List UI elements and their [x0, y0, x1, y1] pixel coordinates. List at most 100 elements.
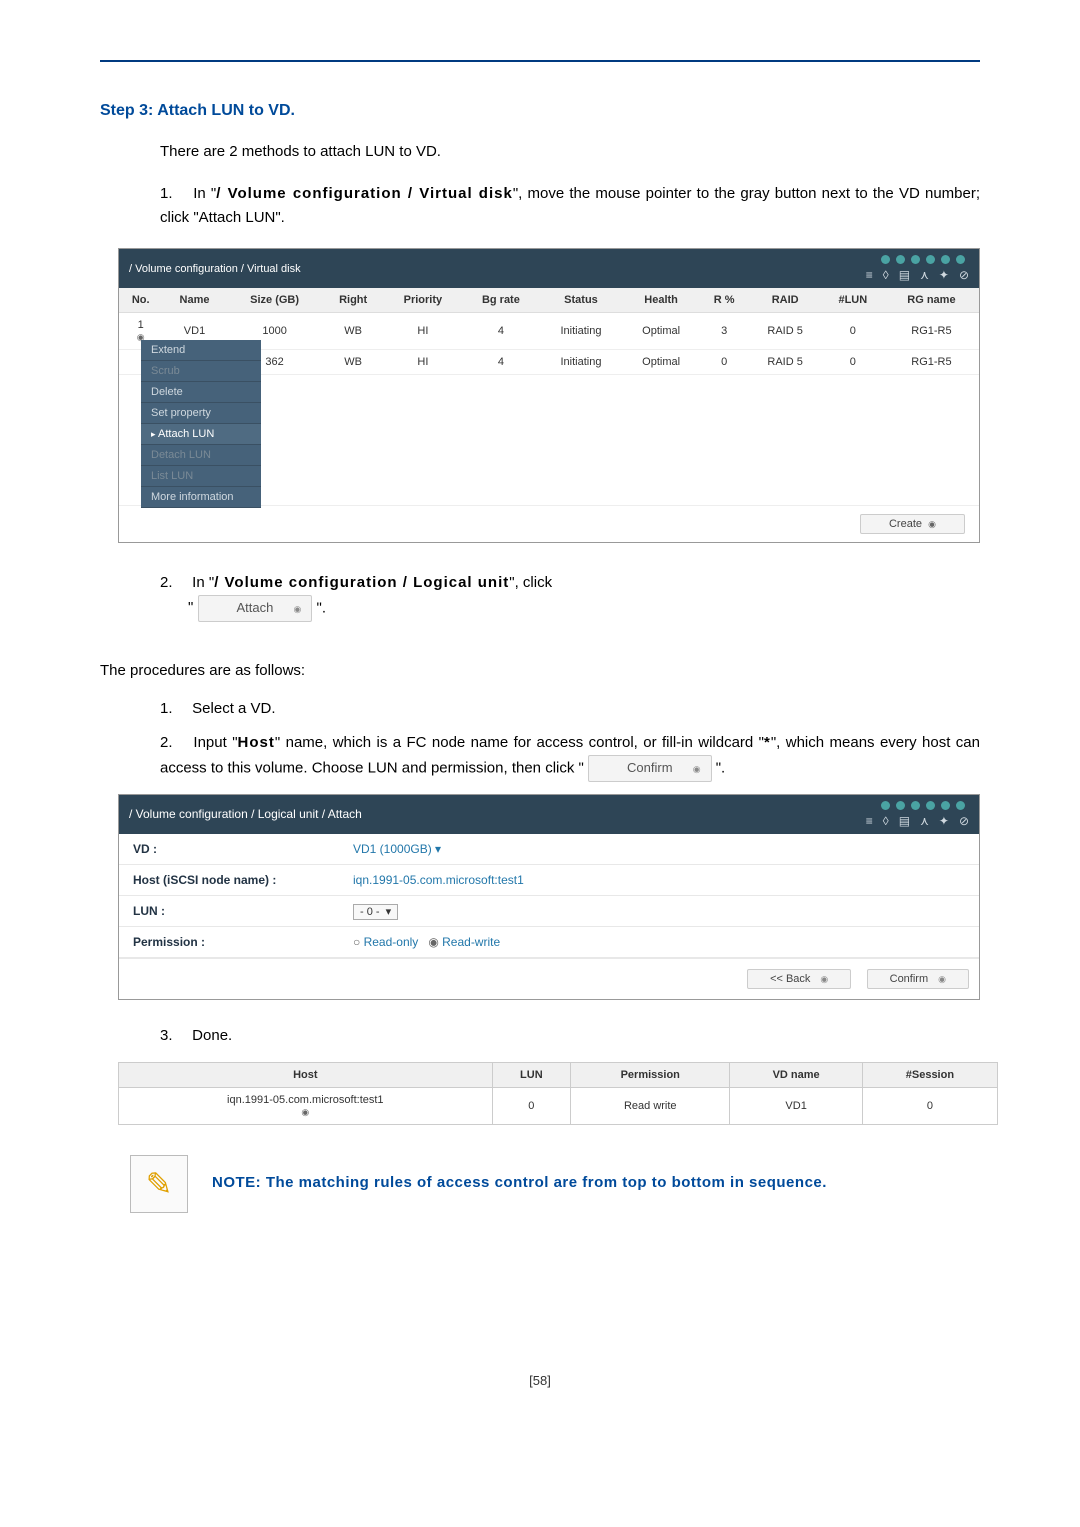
confirm-button[interactable]: Confirm◉	[867, 969, 969, 989]
col-priority: Priority	[384, 288, 463, 313]
row2-status: Initiating	[540, 350, 623, 375]
proc2-num: 2.	[160, 731, 188, 755]
header-icons[interactable]: ≡ ◊ ▤ ⋏ ✦ ⊘	[866, 268, 969, 282]
radio-readonly[interactable]: ○	[353, 935, 364, 949]
method1: 1. In "/ Volume configuration / Virtual …	[160, 182, 980, 230]
row2-right: WB	[323, 350, 384, 375]
host-label: Host (iSCSI node name) :	[133, 873, 353, 887]
create-button[interactable]: Create ◉	[860, 514, 965, 534]
res-col-perm: Permission	[571, 1062, 730, 1087]
menu-attachlun[interactable]: Attach LUN	[141, 424, 261, 445]
row1-status: Initiating	[540, 313, 623, 350]
lun-select[interactable]: - 0 - ▾	[353, 904, 398, 920]
row2-health: Optimal	[622, 350, 700, 375]
row2-bgrate: 4	[462, 350, 540, 375]
vd-select[interactable]: VD1 (1000GB) ▾	[353, 842, 441, 856]
shot1-header: / Volume configuration / Virtual disk ≡ …	[119, 249, 979, 288]
row2-r: 0	[700, 350, 749, 375]
proc2: 2. Input "Host" name, which is a FC node…	[160, 731, 980, 782]
drop-icon[interactable]: ◊	[883, 268, 889, 282]
host-input[interactable]: iqn.1991-05.com.microsoft:test1	[353, 873, 524, 887]
attach-button-inline[interactable]: Attach◉	[198, 595, 313, 622]
user-icon[interactable]: ⋏	[920, 268, 929, 282]
header-dots	[881, 255, 965, 264]
back-button[interactable]: << Back◉	[747, 969, 851, 989]
proc-done: 3. Done.	[160, 1024, 980, 1048]
col-health: Health	[622, 288, 700, 313]
step-heading: Step 3: Attach LUN to VD.	[100, 102, 980, 120]
row2-rg: RG1-R5	[884, 350, 979, 375]
row2-raid: RAID 5	[748, 350, 821, 375]
note-text: NOTE: The matching rules of access contr…	[212, 1172, 827, 1195]
col-no: No.	[119, 288, 162, 313]
res-perm: Read write	[571, 1087, 730, 1124]
list-icon[interactable]: ≡	[866, 814, 873, 828]
col-bgrate: Bg rate	[462, 288, 540, 313]
done-num: 3.	[160, 1024, 188, 1048]
row1-right: WB	[323, 313, 384, 350]
col-lun: #LUN	[822, 288, 884, 313]
proc2-host: Host	[238, 734, 275, 751]
method1-text-a: In "	[193, 185, 216, 202]
col-name: Name	[162, 288, 226, 313]
shot2-breadcrumb: / Volume configuration / Logical unit / …	[129, 807, 362, 821]
perm-ro-label: Read-only	[364, 935, 419, 949]
perm-rw-label: Read-write	[442, 935, 500, 949]
res-sess: 0	[862, 1087, 997, 1124]
method2-text-a: In "	[192, 574, 214, 591]
drop-icon[interactable]: ◊	[883, 814, 889, 828]
res-col-lun: LUN	[492, 1062, 570, 1087]
method2-quote-close: ".	[317, 599, 327, 616]
context-menu[interactable]: Extend Scrub Delete Set property Attach …	[141, 340, 261, 508]
res-host: iqn.1991-05.com.microsoft:test1	[227, 1094, 384, 1106]
save-icon[interactable]: ▤	[899, 814, 910, 828]
note-box: ✎ NOTE: The matching rules of access con…	[130, 1155, 980, 1213]
col-right: Right	[323, 288, 384, 313]
close-icon[interactable]: ⊘	[959, 268, 969, 282]
procedures-heading: The procedures are as follows:	[100, 662, 980, 679]
res-col-vdname: VD name	[730, 1062, 862, 1087]
screenshot-vd-table: / Volume configuration / Virtual disk ≡ …	[118, 248, 980, 543]
row-action-dot[interactable]: ◉	[301, 1107, 309, 1117]
page-number: [58]	[100, 1373, 980, 1388]
close-icon[interactable]: ⊘	[959, 814, 969, 828]
lun-label: LUN :	[133, 904, 353, 918]
row1-raid: RAID 5	[748, 313, 821, 350]
done-text: Done.	[192, 1027, 232, 1044]
menu-listlun[interactable]: List LUN	[141, 466, 261, 487]
res-col-host: Host	[119, 1062, 493, 1087]
col-status: Status	[540, 288, 623, 313]
row1-health: Optimal	[622, 313, 700, 350]
shot2-header: / Volume configuration / Logical unit / …	[119, 795, 979, 834]
col-rgname: RG name	[884, 288, 979, 313]
menu-moreinfo[interactable]: More information	[141, 487, 261, 508]
shot1-breadcrumb: / Volume configuration / Virtual disk	[129, 263, 301, 275]
menu-delete[interactable]: Delete	[141, 382, 261, 403]
header-icons[interactable]: ≡ ◊ ▤ ⋏ ✦ ⊘	[866, 814, 969, 828]
menu-setproperty[interactable]: Set property	[141, 403, 261, 424]
row1-r: 3	[700, 313, 749, 350]
res-lun: 0	[492, 1087, 570, 1124]
menu-detachlun[interactable]: Detach LUN	[141, 445, 261, 466]
user-icon[interactable]: ⋏	[920, 814, 929, 828]
menu-extend[interactable]: Extend	[141, 340, 261, 361]
radio-readwrite[interactable]: ◉	[428, 935, 442, 949]
table-row[interactable]: iqn.1991-05.com.microsoft:test1◉ 0 Read …	[119, 1087, 998, 1124]
tool-icon[interactable]: ✦	[939, 268, 949, 282]
res-vd: VD1	[730, 1087, 862, 1124]
proc1-text: Select a VD.	[192, 700, 275, 717]
menu-scrub[interactable]: Scrub	[141, 361, 261, 382]
proc2-star: *	[764, 734, 771, 751]
res-col-session: #Session	[862, 1062, 997, 1087]
method2-text-b: ", click	[509, 574, 552, 591]
tool-icon[interactable]: ✦	[939, 814, 949, 828]
row2-lun: 0	[822, 350, 884, 375]
proc2-b: " name, which is a FC node name for acce…	[275, 734, 764, 751]
list-icon[interactable]: ≡	[866, 268, 873, 282]
save-icon[interactable]: ▤	[899, 268, 910, 282]
confirm-button-inline[interactable]: Confirm◉	[588, 755, 712, 782]
pencil-icon: ✎	[130, 1155, 188, 1213]
proc2-a: Input "	[193, 734, 237, 751]
col-raid: RAID	[748, 288, 821, 313]
proc1-num: 1.	[160, 697, 188, 721]
